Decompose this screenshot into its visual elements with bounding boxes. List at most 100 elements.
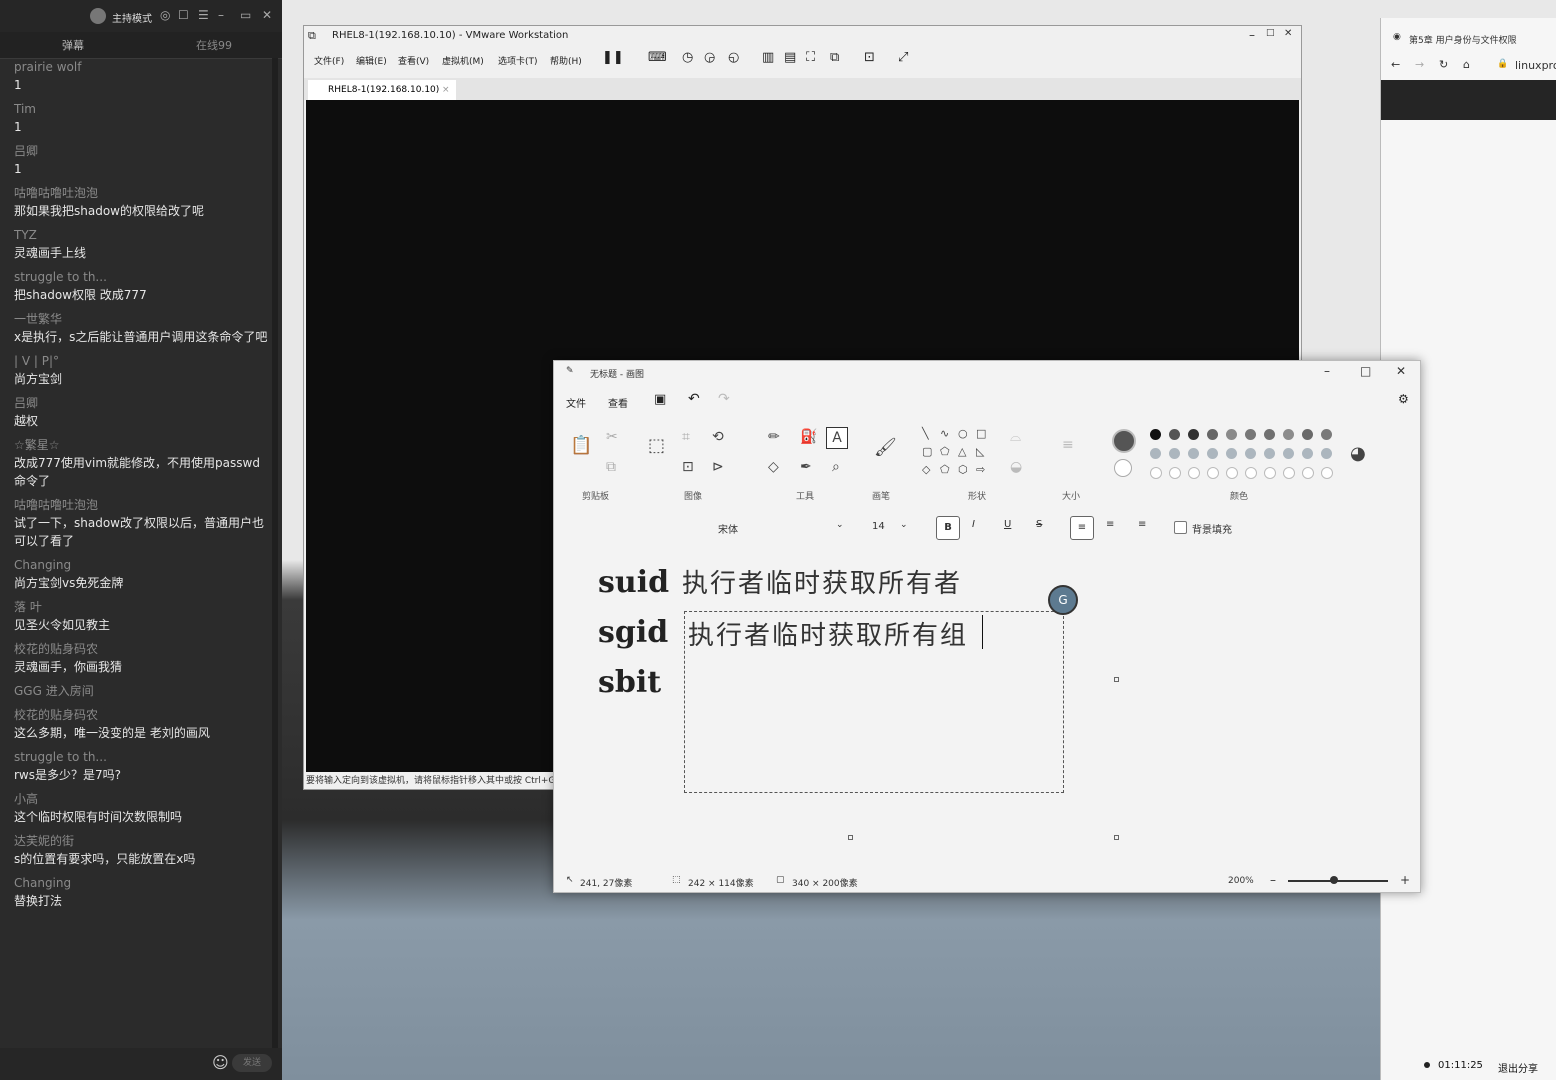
maximize-button[interactable]: □: [1266, 28, 1275, 38]
tab-danmaku[interactable]: 弹幕: [62, 37, 84, 53]
color-swatch[interactable]: [1245, 448, 1256, 459]
back-icon[interactable]: ←: [1391, 58, 1400, 71]
snapshot-icon[interactable]: ◷: [682, 50, 693, 65]
font-select[interactable]: 宋体: [718, 521, 738, 536]
color-swatch[interactable]: [1169, 467, 1181, 479]
close-tab-icon[interactable]: ×: [442, 80, 450, 100]
color-swatch[interactable]: [1207, 429, 1218, 440]
redo-icon[interactable]: ↷: [718, 391, 730, 407]
menu-edit[interactable]: 编辑(E): [356, 54, 387, 67]
color-swatch[interactable]: [1283, 448, 1294, 459]
color-swatch[interactable]: [1302, 448, 1313, 459]
grammarly-icon[interactable]: G: [1048, 585, 1078, 615]
target-icon[interactable]: ◎: [160, 8, 170, 22]
fill-checkbox[interactable]: [1174, 521, 1187, 534]
stretch-icon[interactable]: ⤢: [898, 50, 908, 65]
zoom-slider-thumb[interactable]: [1330, 876, 1338, 884]
text-tool-icon[interactable]: A: [826, 427, 848, 449]
paste-icon[interactable]: 📋: [570, 435, 592, 456]
menu-view[interactable]: 查看(V): [398, 54, 429, 67]
vertical-scrollbar[interactable]: [1400, 511, 1410, 867]
pentagon-shape-icon[interactable]: ⬠: [940, 463, 950, 476]
brush-icon[interactable]: 🖌: [874, 437, 897, 458]
underline-button[interactable]: U: [1004, 519, 1011, 530]
restore-icon[interactable]: ▭: [240, 8, 251, 22]
color-swatch[interactable]: [1226, 467, 1238, 479]
color-swatch[interactable]: [1321, 429, 1332, 440]
paint-canvas[interactable]: suid 执行者临时获取所有者 sgid 执行者临时获取所有组 sbit G: [562, 547, 1410, 869]
fullscreen-icon[interactable]: ⛶: [806, 50, 815, 65]
color-swatch[interactable]: [1283, 429, 1294, 440]
color-swatch[interactable]: [1150, 448, 1161, 459]
polygon-shape-icon[interactable]: ⬠: [940, 445, 950, 458]
line-shape-icon[interactable]: ╲: [922, 427, 929, 440]
undo-icon[interactable]: ↶: [688, 391, 700, 407]
right-triangle-shape-icon[interactable]: ◺: [976, 445, 984, 458]
edit-icon[interactable]: ☐: [178, 8, 189, 22]
canvas-resize-handle[interactable]: [1114, 835, 1119, 840]
roundrect-shape-icon[interactable]: ▢: [922, 445, 932, 458]
color-swatch[interactable]: [1302, 429, 1313, 440]
close-icon[interactable]: ✕: [262, 8, 272, 22]
resize-icon[interactable]: ⊡: [682, 459, 694, 475]
align-center-button[interactable]: ≡: [1106, 519, 1114, 530]
color-swatch[interactable]: [1169, 448, 1180, 459]
zoom-in-button[interactable]: +: [1400, 873, 1410, 887]
italic-button[interactable]: I: [972, 519, 975, 530]
copy-icon[interactable]: ⧉: [606, 459, 616, 475]
url-bar[interactable]: linuxpro: [1515, 59, 1556, 72]
color-swatch[interactable]: [1169, 429, 1180, 440]
color-swatch[interactable]: [1188, 429, 1199, 440]
menu-file[interactable]: 文件: [566, 395, 586, 410]
color-picker-icon[interactable]: ✒: [800, 459, 812, 475]
color-swatch[interactable]: [1188, 448, 1199, 459]
color-swatch[interactable]: [1321, 448, 1332, 459]
font-size-select[interactable]: 14: [872, 521, 885, 532]
strikethrough-button[interactable]: S: [1036, 519, 1042, 530]
zoom-slider[interactable]: [1288, 880, 1388, 882]
color-swatch[interactable]: [1207, 448, 1218, 459]
save-icon[interactable]: ▣: [654, 392, 666, 407]
color-swatch[interactable]: [1150, 467, 1162, 479]
send-button[interactable]: 发送: [232, 1054, 272, 1072]
minimize-button[interactable]: –: [1249, 28, 1255, 42]
color-swatch[interactable]: [1226, 448, 1237, 459]
send-keys-icon[interactable]: ⌨: [648, 50, 667, 65]
color-swatch[interactable]: [1264, 429, 1275, 440]
fill-icon[interactable]: ⛽: [800, 429, 817, 445]
color-swatch[interactable]: [1283, 467, 1295, 479]
canvas-resize-handle[interactable]: [848, 835, 853, 840]
color-swatch[interactable]: [1264, 467, 1276, 479]
select-icon[interactable]: ⬚: [648, 435, 665, 456]
canvas-resize-handle[interactable]: [1114, 677, 1119, 682]
outline-icon[interactable]: ⌓: [1010, 429, 1021, 445]
tab-online[interactable]: 在线99: [196, 37, 232, 53]
color-swatch[interactable]: [1226, 429, 1237, 440]
emoji-icon[interactable]: ☺: [212, 1053, 229, 1072]
menu-help[interactable]: 帮助(H): [550, 54, 582, 67]
edit-colors-icon[interactable]: ◕: [1350, 443, 1366, 464]
color-swatch[interactable]: [1321, 467, 1333, 479]
thumbnail-icon[interactable]: ▤: [784, 50, 796, 65]
menu-icon[interactable]: ☰: [198, 8, 209, 22]
pause-icon[interactable]: ❚❚: [602, 50, 624, 65]
rotate-icon[interactable]: ⟲: [712, 429, 724, 445]
zoom-out-button[interactable]: –: [1270, 873, 1276, 887]
maximize-button[interactable]: □: [1360, 364, 1371, 378]
hexagon-shape-icon[interactable]: ⬡: [958, 463, 968, 476]
minimize-button[interactable]: –: [1324, 364, 1330, 378]
reload-icon[interactable]: ↻: [1439, 58, 1448, 71]
eraser-icon[interactable]: ◇: [768, 459, 779, 475]
exit-share-button[interactable]: 退出分享: [1498, 1060, 1538, 1075]
color-swatch[interactable]: [1188, 467, 1200, 479]
text-box-selection[interactable]: [684, 611, 1064, 793]
rect-shape-icon[interactable]: □: [976, 427, 986, 440]
pencil-icon[interactable]: ✏: [768, 429, 780, 445]
manage-snapshot-icon[interactable]: ◵: [728, 50, 739, 65]
settings-icon[interactable]: ⚙: [1398, 392, 1409, 406]
library-icon[interactable]: ▥: [762, 50, 774, 65]
shape-fill-icon[interactable]: ◒: [1010, 459, 1022, 475]
color-swatch[interactable]: [1302, 467, 1314, 479]
curve-shape-icon[interactable]: ∿: [940, 427, 949, 440]
menu-file[interactable]: 文件(F): [314, 54, 344, 67]
